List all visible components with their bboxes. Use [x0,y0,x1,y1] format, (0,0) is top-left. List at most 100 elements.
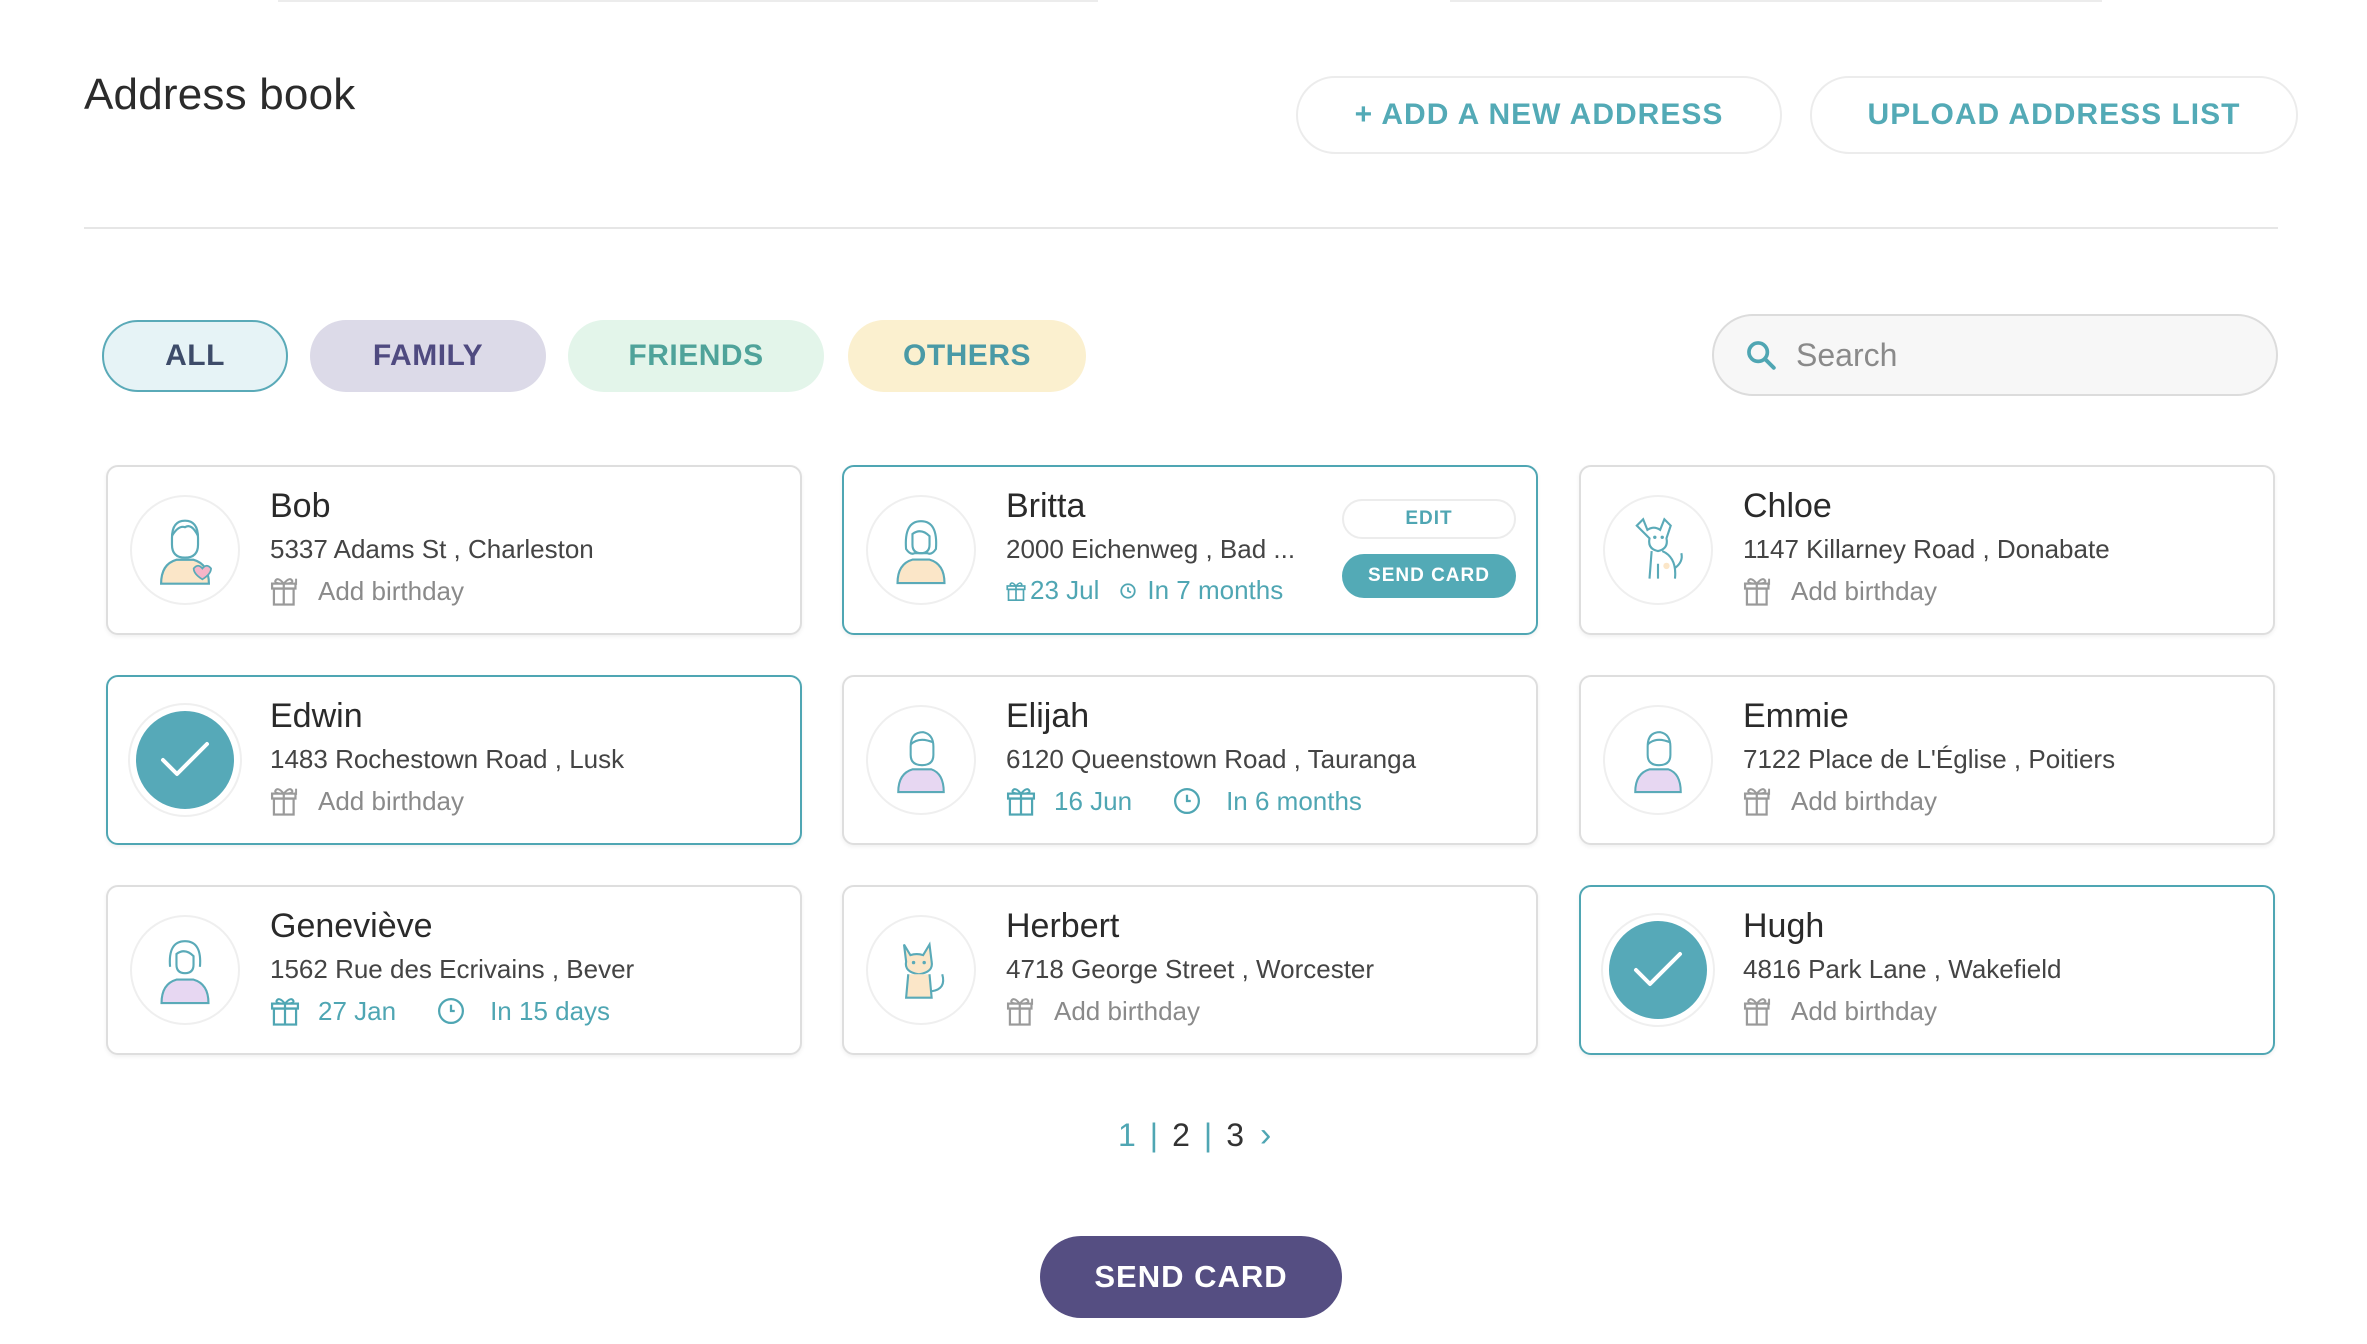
contact-name: Edwin [270,697,363,735]
gift-icon [1006,581,1026,601]
contact-address: 6120 Queenstown Road , Tauranga [1006,744,1417,774]
birthday-countdown: In 15 days [490,995,611,1026]
cat-avatar-icon [902,941,945,999]
avatar [866,915,976,1025]
contact-name: Geneviève [270,907,433,945]
child-avatar-icon [897,731,945,794]
filter-all[interactable]: ALL [102,320,288,392]
contact-address: 1562 Rue des Ecrivains , Bever [270,954,635,984]
contact-name: Hugh [1743,907,1825,945]
contact-address: 2000 Eichenweg , Bad ... [1006,534,1296,564]
birthday-info: 16 Jun In 6 months [1006,785,1362,817]
page-link-3[interactable]: 3 [1218,1117,1252,1154]
contact-card[interactable]: Britta 2000 Eichenweg , Bad ... 23 Jul I… [842,465,1538,635]
search-input[interactable] [1794,335,2258,375]
gift-icon [1743,998,1771,1026]
contact-address: 4718 George Street , Worcester [1006,954,1375,984]
contact-address: 1147 Killarney Road , Donabate [1743,534,2110,564]
avatar [1603,705,1713,815]
add-birthday-link[interactable]: Add birthday [1743,575,1937,607]
add-birthday-link[interactable]: Add birthday [270,785,464,817]
contact-name: Emmie [1743,697,1849,735]
add-birthday-link[interactable]: Add birthday [270,575,464,607]
page-link-2[interactable]: 2 [1164,1117,1198,1154]
upload-address-list-button[interactable]: UPLOAD ADDRESS LIST [1810,76,2298,154]
contact-name: Herbert [1006,907,1120,945]
contact-name: Britta [1006,487,1086,525]
add-birthday-link[interactable]: Add birthday [1006,995,1200,1027]
contact-card[interactable]: Emmie 7122 Place de L'Église , Poitiers … [1579,675,2275,845]
avatar [866,705,976,815]
contact-card[interactable]: Herbert 4718 George Street , Worcester A… [842,885,1538,1055]
pagination: 1 | 2 | 3 › [1110,1116,1279,1155]
top-divider-stub [1450,0,2102,2]
birthday-date: 16 Jun [1054,785,1133,816]
gift-icon [270,998,300,1026]
checkmark-icon [161,742,209,776]
gift-icon [1743,578,1771,606]
add-address-button[interactable]: + ADD A NEW ADDRESS [1296,76,1782,154]
page-title: Address book [84,70,356,119]
birthday-info: 27 Jan In 15 days [270,995,610,1027]
gift-icon [270,788,298,816]
next-page-chevron-icon[interactable]: › [1252,1116,1279,1155]
avatar [130,495,240,605]
contact-card[interactable]: Elijah 6120 Queenstown Road , Tauranga 1… [842,675,1538,845]
contact-address: 4816 Park Lane , Wakefield [1743,954,2062,984]
contact-card[interactable]: Bob 5337 Adams St , Charleston Add birth… [106,465,802,635]
search-icon [1747,341,1776,370]
top-divider-stub [278,0,1098,2]
avatar-selected [1603,915,1713,1025]
avatar-selected [130,705,240,815]
add-birthday-label: Add birthday [318,575,464,606]
gift-icon [270,578,298,606]
birthday-date: 27 Jan [318,995,397,1026]
page-link-1[interactable]: 1 [1110,1117,1144,1154]
filter-family[interactable]: FAMILY [310,320,546,392]
contact-address: 5337 Adams St , Charleston [270,534,594,564]
checkmark-icon [1634,952,1682,986]
birthday-info: 23 Jul In 7 months [1006,575,1283,606]
clock-icon [1174,788,1201,814]
add-birthday-label: Add birthday [1791,785,1937,816]
clock-icon [1120,582,1137,599]
contact-name: Chloe [1743,487,1832,525]
birthday-countdown: In 7 months [1147,575,1284,605]
header-divider [84,227,2278,229]
contact-name: Elijah [1006,697,1090,735]
add-birthday-label: Add birthday [1054,995,1200,1026]
woman-avatar-icon [160,940,210,1005]
avatar [1603,495,1713,605]
page-separator: | [1149,1117,1159,1153]
page-separator: | [1203,1117,1213,1153]
child-avatar-icon [1634,731,1682,794]
send-card-main-button[interactable]: SEND CARD [1040,1236,1342,1318]
search-box[interactable] [1712,314,2278,396]
birthday-countdown: In 6 months [1226,785,1362,816]
dog-avatar-icon [1635,517,1683,579]
gift-icon [1743,788,1771,816]
contact-name: Bob [270,487,331,525]
add-birthday-link[interactable]: Add birthday [1743,785,1937,817]
clock-icon [438,998,465,1024]
contact-card[interactable]: Geneviève 1562 Rue des Ecrivains , Bever… [106,885,802,1055]
contact-address: 7122 Place de L'Église , Poitiers [1743,744,2116,774]
contact-card[interactable]: Hugh 4816 Park Lane , Wakefield Add birt… [1579,885,2275,1055]
add-birthday-label: Add birthday [1791,995,1937,1026]
add-birthday-link[interactable]: Add birthday [1743,995,1937,1027]
filter-friends[interactable]: FRIENDS [568,320,824,392]
add-birthday-label: Add birthday [1791,575,1937,606]
avatar [130,915,240,1025]
contact-card[interactable]: Chloe 1147 Killarney Road , Donabate Add… [1579,465,2275,635]
avatar [866,495,976,605]
birthday-date: 23 Jul [1030,575,1100,605]
send-card-button[interactable]: SEND CARD [1342,554,1516,598]
add-birthday-label: Add birthday [318,785,464,816]
contact-address: 1483 Rochestown Road , Lusk [270,744,625,774]
gift-icon [1006,788,1036,816]
filter-others[interactable]: OTHERS [848,320,1086,392]
contact-card[interactable]: Edwin 1483 Rochestown Road , Lusk Add bi… [106,675,802,845]
woman-avatar-icon [896,520,946,585]
edit-button[interactable]: EDIT [1342,499,1516,539]
gift-icon [1006,998,1034,1026]
